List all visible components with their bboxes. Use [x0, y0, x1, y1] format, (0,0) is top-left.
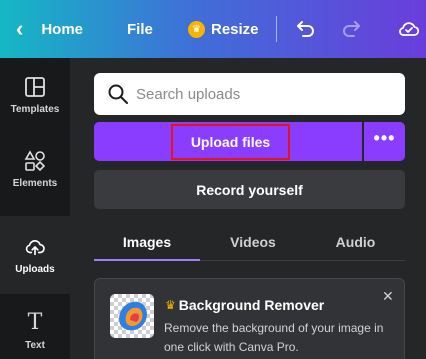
chevron-left-icon: ‹ [16, 16, 24, 41]
background-remover-thumbnail [110, 294, 154, 338]
cloud-check-icon[interactable] [397, 17, 421, 41]
search-box [94, 73, 405, 115]
promo-title: ♛ Background Remover [165, 297, 324, 313]
resize-label: Resize [211, 20, 259, 38]
upload-cloud-icon [25, 239, 45, 255]
sidebar-item-label: Uploads [15, 263, 55, 275]
close-icon[interactable]: ✕ [382, 288, 394, 305]
home-label: Home [41, 20, 84, 38]
more-options-button[interactable]: ••• [364, 122, 405, 161]
text-icon: T [27, 309, 43, 335]
promo-title-text: Background Remover [178, 297, 325, 313]
sidebar-item-templates[interactable]: Templates [0, 58, 70, 132]
file-menu-button[interactable]: File [127, 0, 153, 58]
tab-images[interactable]: Images [94, 224, 200, 260]
sidebar-item-label: Elements [12, 177, 58, 189]
sidebar-item-label: Text [25, 339, 45, 351]
record-yourself-button[interactable]: Record yourself [94, 170, 405, 209]
undo-icon[interactable] [294, 17, 318, 41]
search-icon [108, 84, 128, 104]
search-input[interactable] [136, 73, 396, 115]
promo-description: Remove the background of your image in o… [164, 321, 384, 354]
tab-audio[interactable]: Audio [306, 224, 405, 260]
redo-icon[interactable] [339, 17, 363, 41]
crown-icon: ♛ [165, 298, 176, 312]
left-sidebar: Templates Elements Uploads T Text [0, 58, 70, 359]
tab-videos[interactable]: Videos [200, 224, 306, 260]
sidebar-item-label: Templates [10, 103, 60, 115]
more-options-icon: ••• [373, 128, 396, 148]
active-tab-indicator [94, 259, 200, 261]
file-label: File [127, 20, 153, 38]
sidebar-item-text[interactable]: T Text [0, 294, 70, 359]
sidebar-item-elements[interactable]: Elements [0, 132, 70, 206]
home-button[interactable]: ‹ Home [16, 0, 83, 58]
sidebar-item-uploads[interactable]: Uploads [0, 216, 70, 294]
resize-button[interactable]: ♛ Resize [188, 0, 259, 58]
toolbar-divider [276, 16, 277, 42]
templates-icon [25, 76, 45, 97]
crown-icon: ♛ [188, 20, 205, 38]
upload-files-label[interactable]: Upload files [171, 124, 290, 160]
elements-icon [24, 149, 46, 171]
top-toolbar: ‹ Home File ♛ Resize [0, 0, 426, 58]
